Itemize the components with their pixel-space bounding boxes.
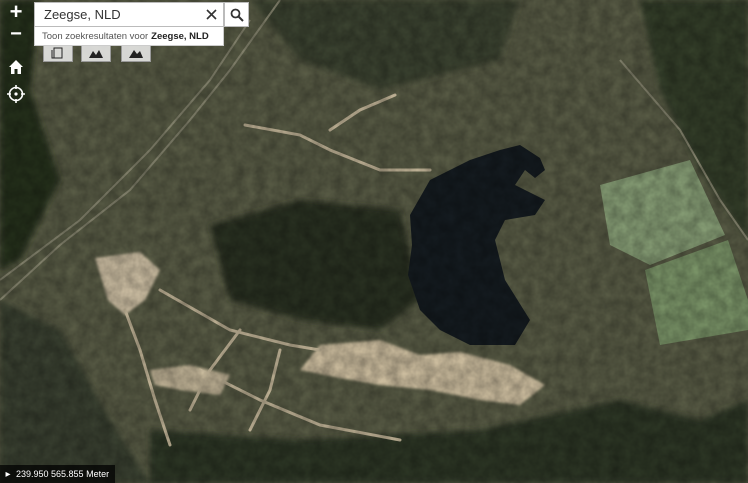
search-icon [230,8,244,22]
basemap-button[interactable] [81,44,111,62]
coordinate-readout: 239.950 565.855 Meter [16,469,110,479]
suggestion-prefix: Toon zoekresultaten voor [42,30,149,42]
layers-button[interactable] [43,44,73,62]
zoom-in-button[interactable]: + [2,0,30,24]
aerial-map[interactable] [0,0,748,483]
suggestion-term: Zeegse, NLD [151,30,209,42]
layers-icon [51,47,63,59]
crosshair-icon [7,85,25,103]
coordinate-bar: ▸ 239.950 565.855 Meter [0,465,116,483]
aerial-texture [0,0,748,483]
home-icon [9,60,23,74]
locate-button[interactable] [2,82,30,106]
zoom-out-button[interactable]: − [2,22,30,46]
basemap-alt-button[interactable] [121,44,151,62]
search-input[interactable]: Zeegse, NLD [35,7,199,22]
clear-search-button[interactable] [199,3,223,26]
search-box: Zeegse, NLD [34,2,224,27]
expand-icon[interactable]: ▸ [0,465,16,483]
search-button[interactable] [224,2,249,27]
search-suggestion[interactable]: Toon zoekresultaten voor Zeegse, NLD [34,27,224,46]
close-icon [205,9,217,20]
home-button[interactable] [2,55,30,79]
basemap-alt-icon [129,50,143,58]
basemap-icon [89,50,103,58]
